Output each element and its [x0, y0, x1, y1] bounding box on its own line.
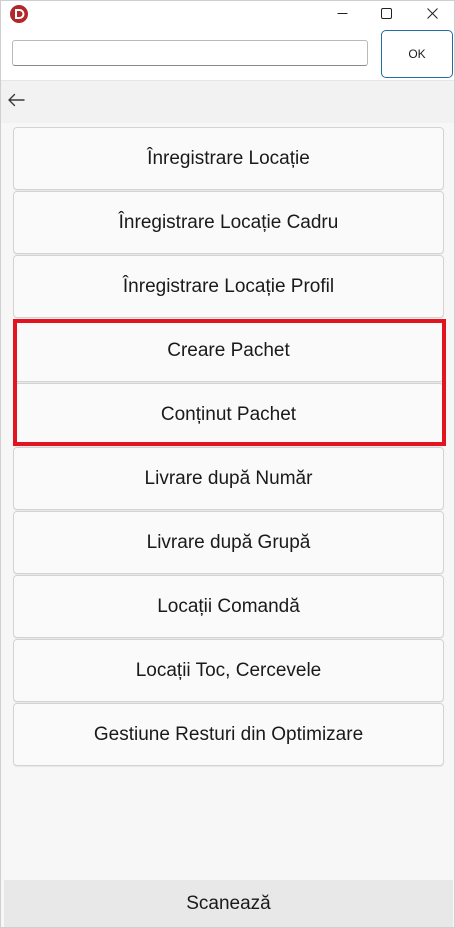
- menu-item-creare-pachet[interactable]: Creare Pachet: [13, 319, 444, 382]
- nav-bar: [1, 81, 454, 123]
- menu-item-inregistrare-locatie-cadru[interactable]: Înregistrare Locație Cadru: [13, 191, 444, 254]
- menu-item-locatii-comanda[interactable]: Locații Comandă: [13, 575, 444, 638]
- close-button[interactable]: [409, 1, 454, 28]
- menu-item-livrare-dupa-numar[interactable]: Livrare după Număr: [13, 447, 444, 510]
- back-arrow-icon: [7, 93, 25, 112]
- scan-button[interactable]: Scanează: [4, 880, 453, 927]
- menu-item-inregistrare-locatie[interactable]: Înregistrare Locație: [13, 127, 444, 190]
- top-toolbar: OK: [1, 28, 454, 81]
- menu-item-inregistrare-locatie-profil[interactable]: Înregistrare Locație Profil: [13, 255, 444, 318]
- title-bar: [1, 1, 454, 28]
- menu-item-locatii-toc-cercevele[interactable]: Locații Toc, Cercevele: [13, 639, 444, 702]
- maximize-button[interactable]: [363, 1, 409, 28]
- menu-item-gestiune-resturi[interactable]: Gestiune Resturi din Optimizare: [13, 703, 444, 766]
- close-icon: [426, 6, 438, 24]
- menu-item-livrare-dupa-grupa[interactable]: Livrare după Grupă: [13, 511, 444, 574]
- ok-button[interactable]: OK: [381, 30, 453, 78]
- menu-item-continut-pachet[interactable]: Conținut Pachet: [13, 383, 444, 446]
- minimize-icon: [337, 6, 348, 24]
- scan-input[interactable]: [12, 40, 368, 66]
- app-window: OK Înregistrare Locație Înregistrare Loc…: [0, 0, 455, 928]
- maximize-icon: [380, 6, 392, 24]
- minimize-button[interactable]: [319, 1, 365, 28]
- app-logo-icon: [10, 5, 28, 23]
- back-button[interactable]: [4, 90, 28, 114]
